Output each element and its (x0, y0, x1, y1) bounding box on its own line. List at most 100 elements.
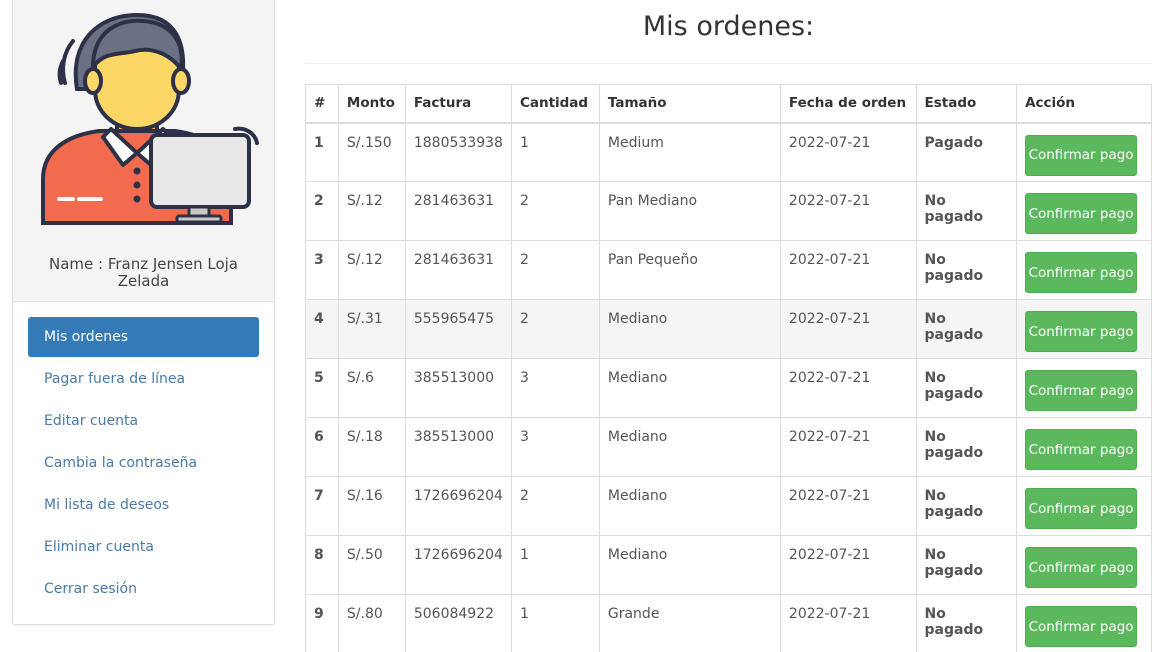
order-quantity: 2 (510, 476, 600, 536)
table-row: 6 S/.18 385513000 3 Mediano 2022-07-21 N… (305, 417, 1152, 477)
order-amount: S/.16 (337, 476, 406, 536)
order-status: No pagado (915, 476, 1018, 536)
column-header-factura: Factura (404, 84, 512, 124)
order-action-cell: Confirmar pago (1016, 358, 1152, 418)
menu-item-editar-cuenta[interactable]: Editar cuenta (28, 401, 259, 441)
order-status: Pagado (915, 122, 1018, 182)
order-action-cell: Confirmar pago (1016, 181, 1152, 241)
order-action-cell: Confirmar pago (1016, 594, 1152, 652)
confirm-payment-button[interactable]: Confirmar pago (1025, 252, 1138, 293)
order-date: 2022-07-21 (779, 476, 917, 536)
order-amount: S/.12 (337, 240, 406, 300)
table-row: 5 S/.6 385513000 3 Mediano 2022-07-21 No… (305, 358, 1152, 418)
confirm-payment-button[interactable]: Confirmar pago (1025, 488, 1138, 529)
confirm-payment-button[interactable]: Confirmar pago (1025, 429, 1138, 470)
order-status: No pagado (915, 417, 1018, 477)
order-invoice: 281463631 (404, 181, 512, 241)
confirm-payment-button[interactable]: Confirmar pago (1025, 370, 1138, 411)
order-quantity: 2 (510, 181, 600, 241)
table-row: 7 S/.16 1726696204 2 Mediano 2022-07-21 … (305, 476, 1152, 536)
table-row: 9 S/.80 506084922 1 Grande 2022-07-21 No… (305, 594, 1152, 652)
order-quantity: 1 (510, 122, 600, 182)
order-action-cell: Confirmar pago (1016, 122, 1152, 182)
order-invoice: 506084922 (404, 594, 512, 652)
menu-item-lista-de-deseos[interactable]: Mi lista de deseos (28, 485, 259, 525)
order-status: No pagado (915, 240, 1018, 300)
order-size: Mediano (598, 358, 781, 418)
table-row: 8 S/.50 1726696204 1 Mediano 2022-07-21 … (305, 535, 1152, 595)
order-status: No pagado (915, 181, 1018, 241)
orders-table: # Monto Factura Cantidad Tamaño Fecha de… (305, 84, 1152, 652)
order-amount: S/.50 (337, 535, 406, 595)
order-date: 2022-07-21 (779, 181, 917, 241)
orders-table-body: 1 S/.150 1880533938 1 Medium 2022-07-21 … (305, 122, 1152, 652)
sidebar: Name : Franz Jensen Loja Zelada Mis orde… (12, 0, 275, 625)
table-row: 4 S/.31 555965475 2 Mediano 2022-07-21 N… (305, 299, 1152, 359)
order-date: 2022-07-21 (779, 417, 917, 477)
page-title: Mis ordenes: (642, 11, 815, 42)
order-invoice: 555965475 (404, 299, 512, 359)
order-date: 2022-07-21 (779, 358, 917, 418)
order-number: 7 (305, 476, 339, 536)
confirm-payment-button[interactable]: Confirmar pago (1025, 134, 1138, 176)
order-size: Medium (598, 122, 781, 182)
order-quantity: 1 (510, 535, 600, 595)
order-invoice: 385513000 (404, 358, 512, 418)
header-row: # Monto Factura Cantidad Tamaño Fecha de… (305, 84, 1152, 124)
order-size: Grande (598, 594, 781, 652)
menu-item-mis-ordenes[interactable]: Mis ordenes (28, 317, 259, 357)
order-number: 9 (305, 594, 339, 652)
menu-item-pagar-fuera-de-linea[interactable]: Pagar fuera de línea (28, 359, 259, 399)
order-size: Pan Mediano (598, 181, 781, 241)
table-row: 1 S/.150 1880533938 1 Medium 2022-07-21 … (305, 122, 1152, 182)
order-number: 2 (305, 181, 339, 241)
table-row: 2 S/.12 281463631 2 Pan Mediano 2022-07-… (305, 181, 1152, 241)
order-date: 2022-07-21 (779, 299, 917, 359)
confirm-payment-button[interactable]: Confirmar pago (1025, 606, 1138, 647)
order-amount: S/.80 (337, 594, 406, 652)
order-amount: S/.12 (337, 181, 406, 241)
column-header-number: # (305, 84, 339, 124)
order-quantity: 2 (510, 299, 600, 359)
order-date: 2022-07-21 (779, 535, 917, 595)
order-date: 2022-07-21 (779, 594, 917, 652)
order-action-cell: Confirmar pago (1016, 240, 1152, 300)
order-number: 8 (305, 535, 339, 595)
order-invoice: 1880533938 (404, 122, 512, 182)
column-header-monto: Monto (337, 84, 406, 124)
order-number: 1 (305, 122, 339, 182)
order-invoice: 1726696204 (404, 535, 512, 595)
column-header-estado: Estado (915, 84, 1018, 124)
column-header-cantidad: Cantidad (510, 84, 600, 124)
order-quantity: 1 (510, 594, 600, 652)
order-size: Pan Pequeño (598, 240, 781, 300)
menu-item-cambia-contrasena[interactable]: Cambia la contraseña (28, 443, 259, 483)
order-amount: S/.18 (337, 417, 406, 477)
order-action-cell: Confirmar pago (1016, 535, 1152, 595)
order-date: 2022-07-21 (779, 240, 917, 300)
table-row: 3 S/.12 281463631 2 Pan Pequeño 2022-07-… (305, 240, 1152, 300)
order-number: 3 (305, 240, 339, 300)
column-header-fecha: Fecha de orden (779, 84, 917, 124)
order-invoice: 1726696204 (404, 476, 512, 536)
order-number: 6 (305, 417, 339, 477)
user-avatar-icon (41, 12, 259, 225)
menu-item-eliminar-cuenta[interactable]: Eliminar cuenta (28, 527, 259, 567)
confirm-payment-button[interactable]: Confirmar pago (1025, 311, 1138, 352)
menu-item-cerrar-sesion[interactable]: Cerrar sesión (28, 569, 259, 609)
orders-table-header: # Monto Factura Cantidad Tamaño Fecha de… (305, 84, 1152, 124)
order-status: No pagado (915, 358, 1018, 418)
column-header-accion: Acción (1016, 84, 1152, 124)
order-action-cell: Confirmar pago (1016, 417, 1152, 477)
order-quantity: 2 (510, 240, 600, 300)
confirm-payment-button[interactable]: Confirmar pago (1025, 193, 1138, 234)
order-size: Mediano (598, 299, 781, 359)
profile-name: Name : Franz Jensen Loja Zelada (49, 255, 238, 290)
confirm-payment-button[interactable]: Confirmar pago (1025, 547, 1138, 588)
order-status: No pagado (915, 535, 1018, 595)
title-divider (305, 63, 1152, 64)
order-size: Mediano (598, 417, 781, 477)
profile-card: Name : Franz Jensen Loja Zelada (13, 0, 274, 302)
order-invoice: 281463631 (404, 240, 512, 300)
order-quantity: 3 (510, 417, 600, 477)
